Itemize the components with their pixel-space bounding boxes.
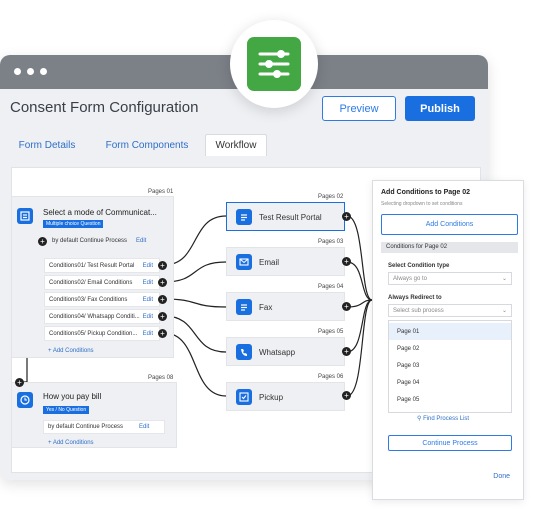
- page-number-label: Pages 04: [318, 284, 344, 290]
- edit-link[interactable]: Edit: [143, 314, 153, 320]
- add-conditions-button[interactable]: Add Conditions: [381, 214, 518, 235]
- question-node[interactable]: How you pay bill Yes / No Question by de…: [11, 382, 177, 448]
- checkbox-icon: [236, 389, 252, 405]
- add-connector-button[interactable]: +: [342, 257, 351, 266]
- edit-link[interactable]: Edit: [143, 263, 153, 269]
- condition-row[interactable]: Conditions04/ Whatsapp Conditi... Edit: [44, 309, 160, 324]
- destination-label: Whatsapp: [259, 348, 296, 357]
- destination-node-email[interactable]: Email: [226, 247, 345, 276]
- add-connector-button[interactable]: +: [342, 347, 351, 356]
- destination-node-whatsapp[interactable]: Whatsapp: [226, 337, 345, 366]
- page-option[interactable]: Page 04: [389, 374, 511, 391]
- page-number-label: Pages 05: [318, 329, 344, 335]
- destination-label: Email: [259, 258, 280, 267]
- list-icon: [17, 208, 33, 224]
- destination-node-fax[interactable]: Fax: [226, 292, 345, 321]
- add-conditions-link[interactable]: + Add Conditions: [48, 348, 94, 354]
- done-button[interactable]: Done: [493, 473, 510, 480]
- chevron-down-icon: ⌄: [501, 276, 507, 282]
- add-connector-button[interactable]: +: [38, 237, 47, 246]
- find-process-link[interactable]: ⚲ Find Process List: [417, 415, 469, 422]
- page-option[interactable]: Page 02: [389, 340, 511, 357]
- node-title: Select a mode of Communicat...: [43, 208, 157, 217]
- condition-row[interactable]: Conditions01/ Test Result Portal Edit: [44, 258, 160, 273]
- page-number-label: Pages 01: [148, 189, 174, 195]
- add-connector-button[interactable]: +: [158, 295, 167, 304]
- phone-icon: [236, 344, 252, 360]
- page-option[interactable]: Page 01: [389, 323, 511, 340]
- page-number-label: Pages 06: [318, 374, 344, 380]
- continue-process-button[interactable]: Continue Process: [388, 435, 512, 451]
- destination-label: Fax: [259, 303, 273, 312]
- edit-link[interactable]: Edit: [143, 280, 153, 286]
- destination-node-test-result-portal[interactable]: Test Result Portal: [226, 202, 345, 231]
- panel-title: Add Conditions to Page 02: [381, 189, 471, 196]
- default-route-text: by default Continue Process: [52, 238, 128, 244]
- condition-type-label: Select Condition type: [388, 263, 450, 269]
- add-connector-button[interactable]: +: [158, 312, 167, 321]
- panel-subtitle: Selecting dropdown to set conditions: [381, 201, 463, 207]
- condition-row[interactable]: Conditions03/ Fax Conditions Edit: [44, 292, 160, 307]
- page-options-list: Page 01 Page 02 Page 03 Page 04 Page 05: [388, 320, 512, 413]
- add-connector-button[interactable]: +: [158, 278, 167, 287]
- default-route-row[interactable]: by default Continue Process Edit: [43, 420, 165, 434]
- condition-type-select[interactable]: Always go to ⌄: [388, 272, 512, 285]
- sub-process-select[interactable]: Select sub process ⌄: [388, 304, 512, 317]
- add-conditions-link[interactable]: + Add Conditions: [48, 440, 94, 446]
- edit-link[interactable]: Edit: [139, 424, 149, 430]
- chevron-down-icon: ⌄: [501, 308, 507, 314]
- add-conditions-panel: Add Conditions to Page 02 Selecting drop…: [372, 180, 524, 500]
- edit-link[interactable]: Edit: [143, 331, 153, 337]
- page-number-label: Pages 02: [318, 194, 344, 200]
- add-connector-button[interactable]: +: [158, 261, 167, 270]
- page-number-label: Pages 08: [148, 375, 174, 381]
- clock-icon: [17, 392, 33, 408]
- question-type-badge: Multiple choice Question: [43, 220, 104, 228]
- page-option[interactable]: Page 05: [389, 391, 511, 408]
- add-connector-button[interactable]: +: [158, 329, 167, 338]
- document-icon: [236, 209, 252, 225]
- destination-node-pickup[interactable]: Pickup: [226, 382, 345, 411]
- edit-link[interactable]: Edit: [136, 238, 146, 244]
- document-icon: [236, 299, 252, 315]
- section-header: Conditions for Page 02: [381, 242, 518, 253]
- edit-link[interactable]: Edit: [143, 297, 153, 303]
- page-option[interactable]: Page 03: [389, 357, 511, 374]
- node-title: How you pay bill: [43, 392, 102, 401]
- condition-row[interactable]: Conditions05/ Pickup Condition... Edit: [44, 326, 160, 341]
- redirect-label: Always Redirect to: [388, 295, 442, 301]
- page-number-label: Pages 03: [318, 239, 344, 245]
- add-connector-button[interactable]: +: [342, 391, 351, 400]
- question-type-badge: Yes / No Question: [43, 406, 90, 414]
- condition-row[interactable]: Conditions02/ Email Conditions Edit: [44, 275, 160, 290]
- add-connector-button[interactable]: +: [342, 212, 351, 221]
- add-connector-button[interactable]: +: [342, 302, 351, 311]
- destination-label: Test Result Portal: [259, 213, 322, 222]
- add-connector-button[interactable]: +: [15, 378, 24, 387]
- destination-label: Pickup: [259, 393, 284, 402]
- mail-icon: [236, 254, 252, 270]
